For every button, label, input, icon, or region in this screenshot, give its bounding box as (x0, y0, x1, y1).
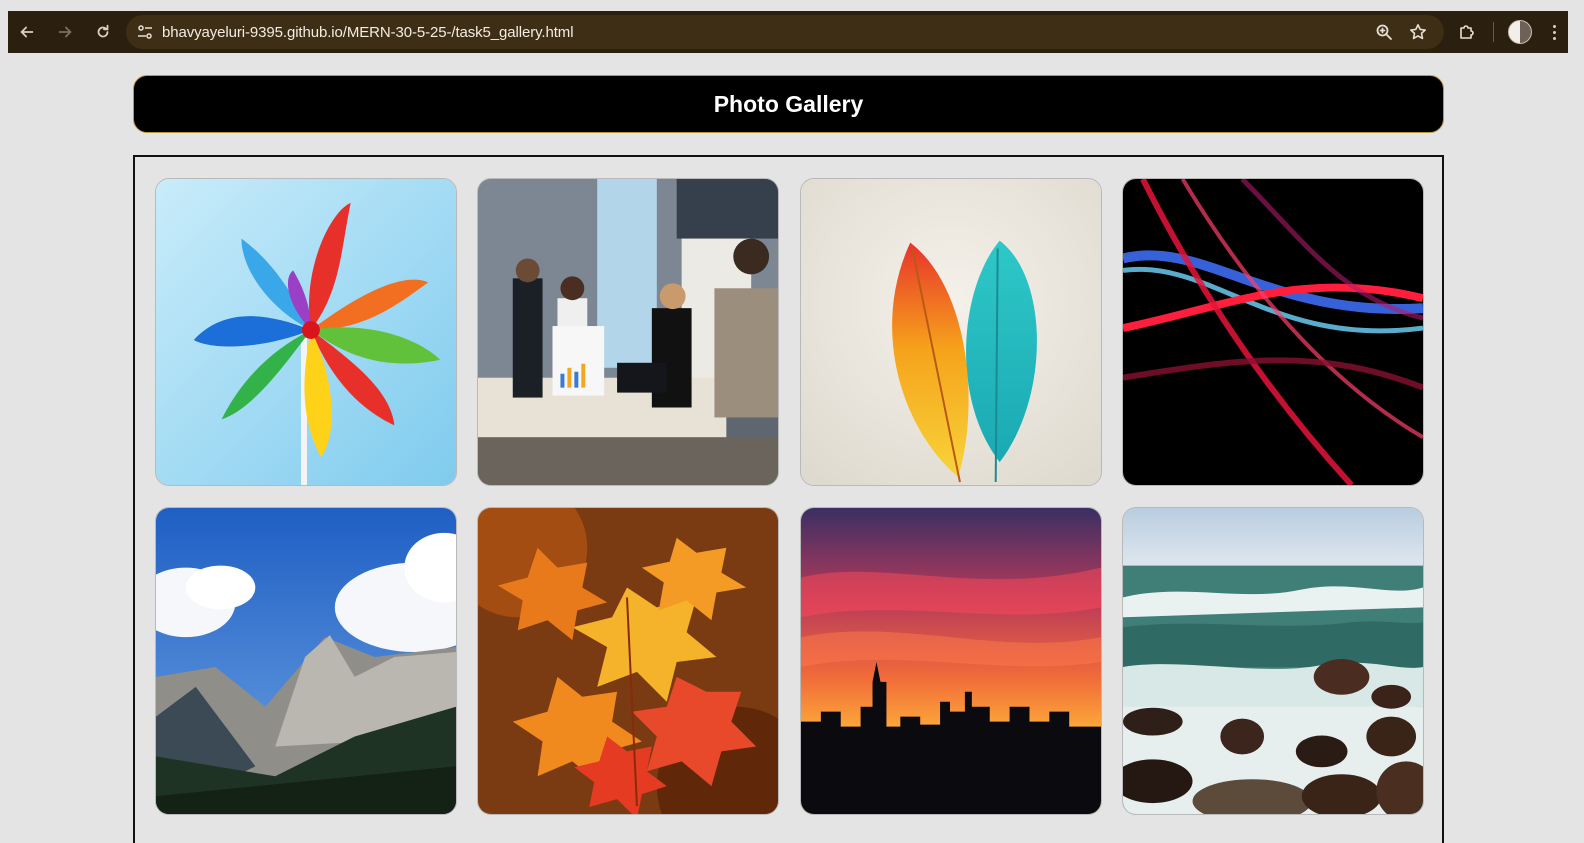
star-icon (1410, 24, 1426, 40)
tune-icon (138, 25, 152, 39)
zoom-button[interactable] (1372, 20, 1396, 44)
gallery-image-autumn-leaves[interactable] (477, 507, 779, 815)
avatar (1508, 20, 1532, 44)
gallery-image-pinwheel[interactable] (155, 178, 457, 486)
toolbar-divider (1493, 22, 1494, 42)
gallery-image-ocean-waves[interactable] (1122, 507, 1424, 815)
puzzle-icon (1460, 25, 1474, 39)
bookmark-button[interactable] (1406, 20, 1430, 44)
reload-icon (97, 24, 109, 38)
gallery-image-mountains[interactable] (155, 507, 457, 815)
extensions-button[interactable] (1447, 11, 1487, 53)
page-header: Photo Gallery (133, 75, 1444, 133)
gallery-image-light-streaks[interactable] (1122, 178, 1424, 486)
gallery-image-city-sunset[interactable] (800, 507, 1102, 815)
address-bar[interactable]: bhavyayeluri-9395.github.io/MERN-30-5-25… (126, 15, 1444, 49)
photo-gallery (133, 155, 1444, 843)
zoom-icon (1376, 24, 1392, 40)
reload-button[interactable] (84, 13, 122, 51)
back-button[interactable] (8, 13, 46, 51)
page-title: Photo Gallery (713, 90, 864, 117)
profile-button[interactable] (1500, 11, 1540, 53)
browser-toolbar: bhavyayeluri-9395.github.io/MERN-30-5-25… (8, 11, 1568, 53)
arrow-right-icon (58, 26, 72, 38)
url-text[interactable]: bhavyayeluri-9395.github.io/MERN-30-5-25… (162, 24, 574, 41)
arrow-left-icon (20, 26, 34, 38)
gallery-image-office-meeting[interactable] (477, 178, 779, 486)
forward-button[interactable] (46, 13, 84, 51)
gallery-image-feathers[interactable] (800, 178, 1102, 486)
kebab-menu-icon[interactable] (1540, 11, 1568, 53)
site-info-button[interactable] (128, 15, 162, 49)
